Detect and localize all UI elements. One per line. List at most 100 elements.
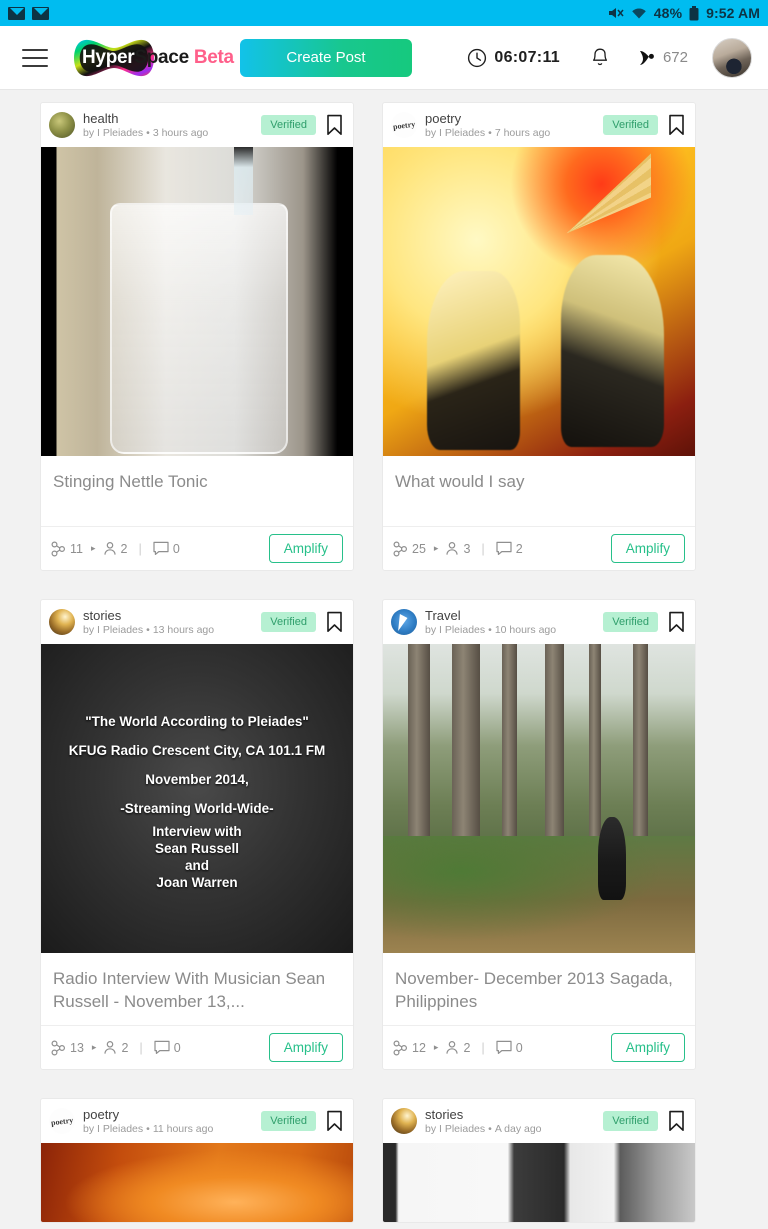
bookmark-button[interactable]	[326, 611, 343, 633]
post-card[interactable]: Travel by I Pleiades • 10 hours ago Verifi…	[382, 599, 696, 1070]
bookmark-button[interactable]	[326, 114, 343, 136]
amplify-button[interactable]: Amplify	[268, 1033, 343, 1062]
share-stat[interactable]: 25	[393, 540, 426, 557]
app-logo[interactable]: HyperSpace Beta	[68, 36, 234, 80]
poster-line: "The World According to Pleiades"	[85, 713, 309, 729]
points-indicator[interactable]: 672	[638, 49, 688, 67]
poster-line: Interview with	[152, 823, 242, 839]
poster-line: Joan Warren	[156, 874, 238, 890]
verified-badge: Verified	[261, 115, 316, 135]
create-post-button[interactable]: Create Post	[240, 38, 412, 77]
post-image[interactable]	[383, 147, 695, 456]
people-stat[interactable]: 2	[103, 541, 127, 556]
post-image[interactable]	[383, 644, 695, 953]
post-image[interactable]	[41, 1143, 353, 1222]
post-author: by I Pleiades	[83, 623, 144, 636]
bookmark-button[interactable]	[668, 1110, 685, 1132]
community-avatar[interactable]	[391, 609, 417, 635]
stat-divider: |	[481, 541, 485, 556]
hamburger-menu-icon[interactable]	[22, 45, 52, 71]
comment-count: 0	[515, 1040, 523, 1055]
post-image[interactable]: "The World According to Pleiades" KFUG R…	[41, 644, 353, 953]
post-title[interactable]: Stinging Nettle Tonic	[41, 456, 353, 526]
community-avatar[interactable]	[391, 112, 417, 138]
bookmark-icon	[327, 1110, 342, 1131]
share-icon	[393, 540, 408, 557]
comment-icon	[153, 541, 169, 555]
comment-stat[interactable]: 0	[154, 1040, 181, 1055]
community-avatar[interactable]	[391, 1108, 417, 1134]
community-avatar[interactable]	[49, 609, 75, 635]
share-stat[interactable]: 12	[393, 1039, 426, 1056]
community-avatar[interactable]	[49, 112, 75, 138]
bookmark-button[interactable]	[668, 611, 685, 633]
post-card[interactable]: stories by I Pleiades • A day ago Verified	[382, 1098, 696, 1223]
community-name: stories	[425, 1106, 464, 1122]
bookmark-button[interactable]	[668, 114, 685, 136]
hyperspace-mark-icon	[639, 50, 654, 65]
post-header: stories by I Pleiades • A day ago Verified	[383, 1099, 695, 1143]
verified-badge: Verified	[261, 612, 316, 632]
points-value: 672	[662, 49, 688, 66]
community-name: stories	[83, 607, 122, 623]
battery-percent: 48%	[653, 5, 683, 21]
user-avatar[interactable]	[712, 37, 752, 78]
share-stat[interactable]: 13	[51, 1039, 84, 1056]
comment-stat[interactable]: 0	[496, 1040, 523, 1055]
session-timer-value: 06:07:11	[494, 48, 560, 66]
comment-count: 2	[515, 541, 523, 556]
post-title[interactable]: Radio Interview With Musician Sean Russe…	[41, 953, 353, 1025]
amplify-button[interactable]: Amplify	[268, 534, 343, 563]
post-card[interactable]: poetry by I Pleiades•11 hours ago Verifi…	[40, 1098, 354, 1223]
amplify-button[interactable]: Amplify	[610, 1033, 685, 1062]
decor-fan	[566, 153, 652, 234]
logo-text: HyperSpace Beta	[82, 47, 234, 69]
comment-icon	[496, 1040, 512, 1054]
session-timer: 06:07:11	[467, 48, 560, 68]
amplify-button[interactable]: Amplify	[610, 534, 685, 563]
share-icon	[51, 540, 66, 557]
people-stat[interactable]: 3	[445, 541, 470, 556]
decor-ground	[383, 835, 695, 953]
comment-icon	[154, 1040, 170, 1054]
share-count: 25	[412, 541, 426, 556]
share-stat[interactable]: 11	[51, 540, 83, 557]
post-title[interactable]: What would I say	[383, 456, 695, 526]
people-stat[interactable]: 2	[103, 1040, 128, 1055]
post-card[interactable]: stories by I Pleiades • 13 hours ago Verif…	[40, 599, 354, 1070]
post-byline: by I Pleiades • 13 hours ago	[83, 623, 215, 636]
post-footer: 11 ▸ 2 | 0 Amplify	[41, 526, 353, 570]
notifications-button[interactable]	[590, 47, 610, 69]
post-header: stories by I Pleiades • 13 hours ago Verif…	[41, 600, 353, 644]
comment-stat[interactable]: 2	[496, 541, 523, 556]
bookmark-button[interactable]	[326, 1110, 343, 1132]
people-count: 2	[121, 1040, 129, 1055]
post-byline: by I Pleiades • 10 hours ago	[425, 623, 557, 636]
post-image[interactable]	[41, 147, 353, 456]
stat-divider: |	[138, 541, 142, 556]
post-author: by I Pleiades	[83, 126, 144, 139]
envelope-icon	[32, 6, 49, 20]
mute-icon	[608, 8, 624, 18]
post-header: poetry by I Pleiades•11 hours ago Verifi…	[41, 1099, 353, 1143]
people-stat[interactable]: 2	[445, 1040, 470, 1055]
community-avatar[interactable]	[49, 1108, 75, 1134]
post-title[interactable]: November- December 2013 Sagada, Philippi…	[383, 953, 695, 1025]
post-card[interactable]: poetry by I Pleiades•7 hours ago Verifie…	[382, 102, 696, 571]
share-count: 11	[70, 541, 83, 556]
poster-line: KFUG Radio Crescent City, CA 101.1 FM	[68, 742, 326, 758]
post-image[interactable]	[383, 1143, 695, 1222]
bookmark-icon	[327, 114, 342, 135]
decor-person	[598, 817, 627, 901]
bookmark-icon	[327, 611, 342, 632]
comment-stat[interactable]: 0	[153, 541, 180, 556]
poster-line: -Streaming World-Wide-	[120, 800, 274, 816]
verified-badge: Verified	[603, 612, 658, 632]
decor-figure	[560, 255, 664, 447]
post-card[interactable]: health by I Pleiades • 3 hours ago Verifie…	[40, 102, 354, 571]
post-footer: 12 ▸ 2 | 0 Amplify	[383, 1025, 695, 1069]
post-time: A day ago	[494, 1122, 542, 1135]
post-header: Travel by I Pleiades • 10 hours ago Verifi…	[383, 600, 695, 644]
post-time: 7 hours ago	[494, 126, 551, 139]
post-byline: by I Pleiades • A day ago	[425, 1122, 542, 1135]
